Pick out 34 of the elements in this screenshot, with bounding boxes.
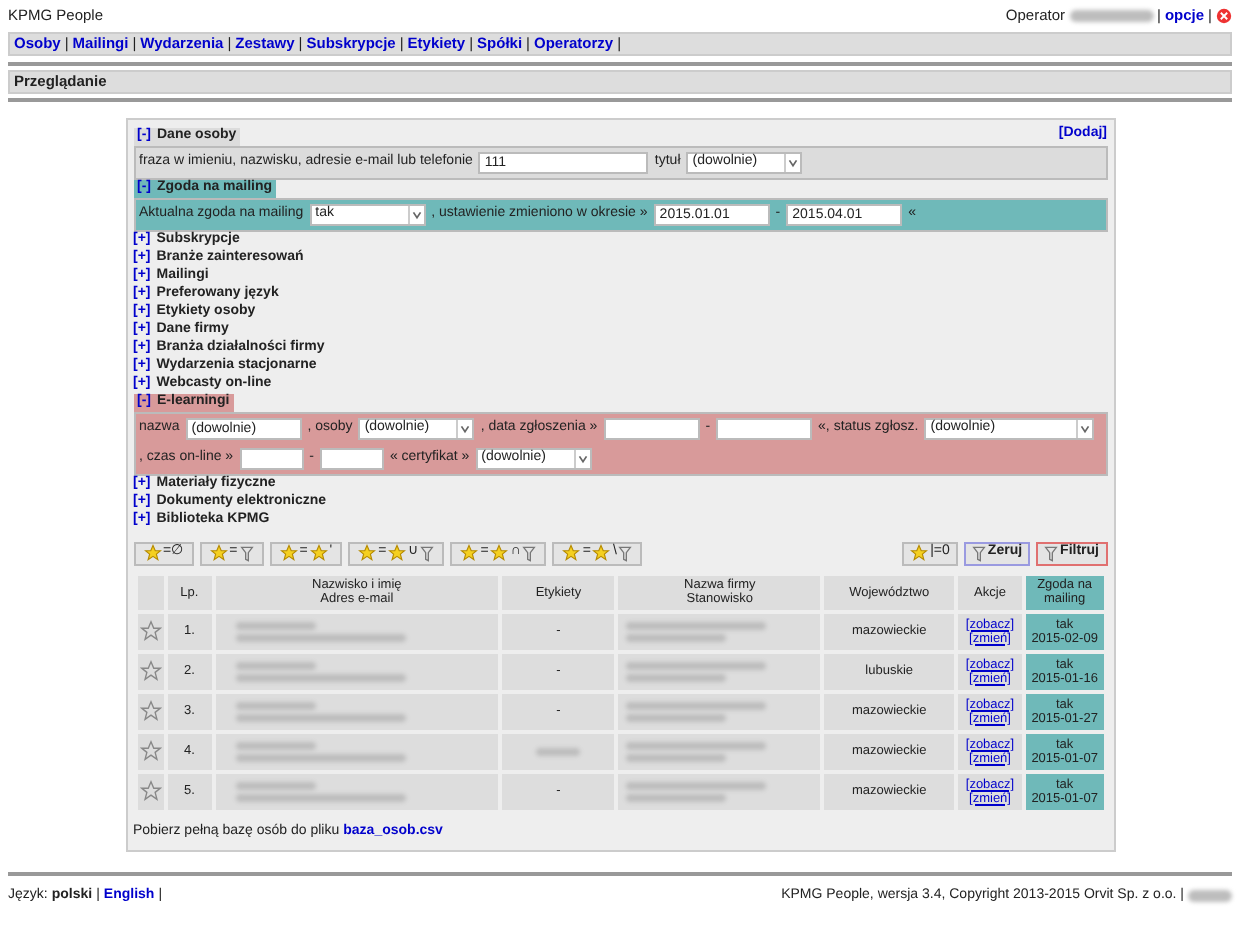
input-field[interactable] <box>716 417 813 439</box>
input-field[interactable] <box>239 447 304 469</box>
blurred-text <box>1188 890 1232 903</box>
chevron-icon <box>456 419 473 437</box>
star-icon <box>279 544 298 562</box>
input-field[interactable] <box>319 447 384 469</box>
chevron-icon <box>1076 419 1093 437</box>
filter-icon <box>522 545 537 561</box>
chevron-icon <box>573 449 590 467</box>
star-icon[interactable] <box>139 740 162 762</box>
filter-icon <box>971 545 986 561</box>
star-icon <box>460 544 479 562</box>
star-icon <box>592 544 611 562</box>
chevron-icon <box>407 205 424 223</box>
chevron-icon <box>784 153 801 171</box>
star-icon <box>209 544 228 562</box>
star-icon <box>388 544 407 562</box>
star-icon[interactable] <box>139 700 162 722</box>
star-icon <box>490 544 509 562</box>
star-icon <box>910 544 929 562</box>
star-icon <box>309 544 328 562</box>
logout-icon[interactable] <box>1216 8 1232 24</box>
star-icon <box>358 544 377 562</box>
filter-icon <box>618 545 633 561</box>
filter-icon <box>1044 545 1059 561</box>
star-icon[interactable] <box>139 620 162 642</box>
star-icon <box>562 544 581 562</box>
star-icon[interactable] <box>139 780 162 802</box>
star-icon <box>143 544 161 562</box>
blurred-text <box>1069 10 1153 22</box>
filter-icon <box>420 545 435 561</box>
filter-icon <box>239 545 254 561</box>
star-icon[interactable] <box>139 660 162 682</box>
input-field[interactable] <box>603 417 700 439</box>
